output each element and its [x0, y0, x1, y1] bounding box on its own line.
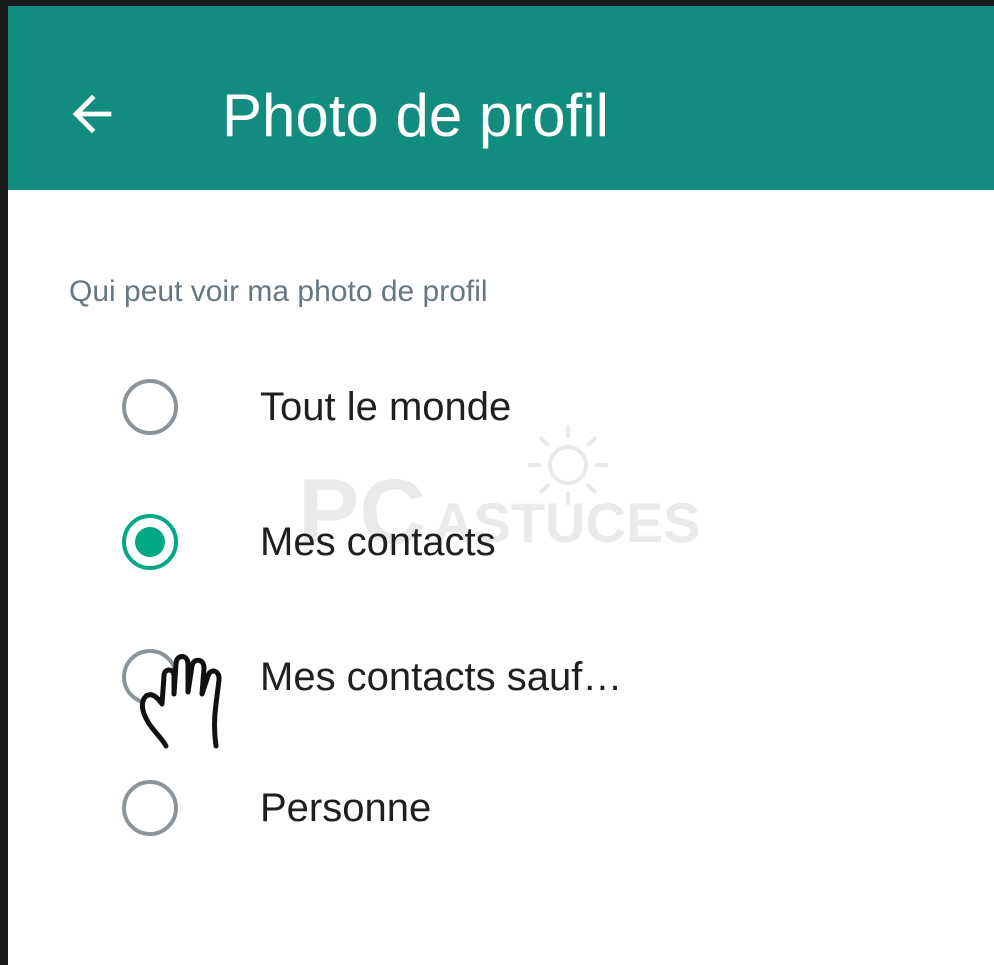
arrow-left-icon — [72, 94, 112, 134]
section-label: Qui peut voir ma photo de profil — [69, 275, 488, 308]
app-bar: Photo de profil — [8, 0, 994, 190]
option-label: Personne — [260, 786, 432, 830]
option-mes-contacts-sauf[interactable]: Mes contacts sauf… — [108, 627, 968, 727]
option-personne[interactable]: Personne — [108, 758, 968, 858]
option-label: Mes contacts sauf… — [260, 655, 623, 699]
option-tout-le-monde[interactable]: Tout le monde — [108, 357, 968, 457]
radio-button-selected[interactable] — [122, 514, 178, 570]
radio-button[interactable] — [122, 379, 178, 435]
radio-button[interactable] — [122, 649, 178, 705]
page-title: Photo de profil — [222, 82, 609, 149]
option-label: Mes contacts — [260, 520, 496, 564]
screen: Photo de profil Qui peut voir ma photo d… — [0, 0, 994, 965]
back-button[interactable] — [52, 74, 132, 154]
option-mes-contacts[interactable]: Mes contacts — [108, 492, 968, 592]
radio-button[interactable] — [122, 780, 178, 836]
option-label: Tout le monde — [260, 385, 512, 429]
